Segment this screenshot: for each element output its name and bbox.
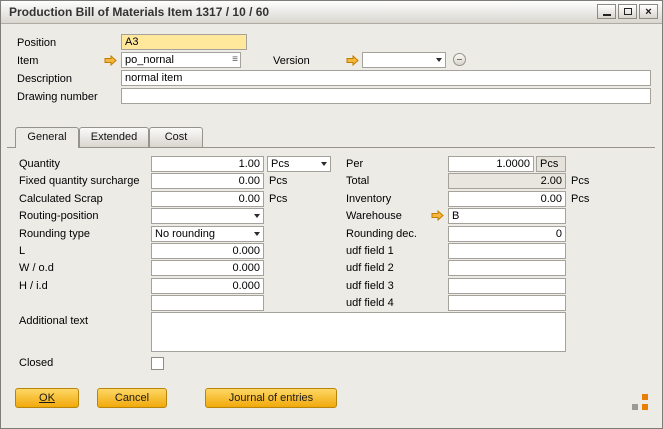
tab-separator-line (7, 147, 655, 148)
total-field: 2.00 (448, 173, 566, 189)
version-options-icon[interactable] (453, 53, 466, 66)
udf-field-2[interactable] (448, 260, 566, 276)
inventory-field[interactable]: 0.00 (448, 191, 566, 207)
rounding-type-label: Rounding type (19, 227, 90, 242)
udf-field-2-label: udf field 2 (346, 261, 394, 276)
item-label: Item (17, 54, 38, 69)
restore-icon (624, 8, 632, 15)
rounding-dec-field[interactable]: 0 (448, 226, 566, 242)
version-label: Version (273, 54, 310, 69)
resize-grip-icon[interactable] (632, 394, 648, 410)
description-field[interactable]: normal item (121, 70, 651, 86)
minimize-icon (603, 14, 611, 16)
version-link-arrow-icon[interactable] (346, 55, 359, 66)
h-id-field[interactable]: 0.000 (151, 278, 264, 294)
l-label: L (19, 244, 25, 259)
fixed-quantity-surcharge-field[interactable]: 0.00 (151, 173, 264, 189)
per-label: Per (346, 157, 363, 172)
inventory-unit: Pcs (571, 192, 589, 207)
udf-field-3-label: udf field 3 (346, 279, 394, 294)
quantity-uom-value: Pcs (271, 157, 317, 171)
total-unit: Pcs (571, 174, 589, 189)
quantity-uom-combo[interactable]: Pcs (267, 156, 331, 172)
item-field-value: po_nornal (125, 53, 227, 67)
tab-cost[interactable]: Cost (149, 127, 203, 147)
rounding-type-combo[interactable]: No rounding (151, 226, 264, 242)
quantity-field[interactable]: 1.00 (151, 156, 264, 172)
per-field[interactable]: 1.0000 (448, 156, 534, 172)
calculated-scrap-label: Calculated Scrap (19, 192, 103, 207)
fixed-quantity-surcharge-unit: Pcs (269, 174, 287, 189)
fixed-quantity-surcharge-label: Fixed quantity surcharge (19, 174, 139, 189)
position-field[interactable]: A3 (121, 34, 247, 50)
minimize-button[interactable] (597, 4, 616, 19)
chevron-down-icon (436, 58, 442, 62)
position-label: Position (17, 36, 56, 51)
additional-text-area[interactable] (151, 312, 566, 352)
calculated-scrap-unit: Pcs (269, 192, 287, 207)
production-bom-item-window: Production Bill of Materials Item 1317 /… (0, 0, 663, 429)
udf-field-3[interactable] (448, 278, 566, 294)
w-od-field[interactable]: 0.000 (151, 260, 264, 276)
rounding-dec-label: Rounding dec. (346, 227, 417, 242)
total-label: Total (346, 174, 369, 189)
close-icon: × (645, 6, 651, 18)
close-button[interactable]: × (639, 4, 658, 19)
cancel-button[interactable]: Cancel (97, 388, 167, 408)
chevron-down-icon (254, 232, 260, 236)
udf-field-1-label: udf field 1 (346, 244, 394, 259)
journal-of-entries-button[interactable]: Journal of entries (205, 388, 337, 408)
h-id-label: H / i.d (19, 279, 48, 294)
warehouse-link-arrow-icon[interactable] (431, 210, 444, 221)
routing-position-label: Routing-position (19, 209, 99, 224)
window-controls: × (597, 4, 658, 19)
chevron-down-icon (321, 162, 327, 166)
routing-position-combo[interactable] (151, 208, 264, 224)
chevron-down-icon (254, 214, 260, 218)
choose-from-list-icon[interactable]: ≡ (232, 54, 238, 66)
window-title: Production Bill of Materials Item 1317 /… (9, 1, 269, 23)
drawing-number-label: Drawing number (17, 90, 98, 105)
l-field[interactable]: 0.000 (151, 243, 264, 259)
version-combo[interactable] (362, 52, 446, 68)
tab-general[interactable]: General (15, 127, 79, 148)
closed-checkbox[interactable] (151, 357, 164, 370)
extra-field[interactable] (151, 295, 264, 311)
w-od-label: W / o.d (19, 261, 54, 276)
warehouse-field[interactable]: B (448, 208, 566, 224)
udf-field-1[interactable] (448, 243, 566, 259)
closed-label: Closed (19, 356, 53, 371)
quantity-label: Quantity (19, 157, 60, 172)
additional-text-label: Additional text (19, 314, 88, 329)
drawing-number-field[interactable] (121, 88, 651, 104)
description-label: Description (17, 72, 72, 87)
titlebar: Production Bill of Materials Item 1317 /… (1, 1, 662, 24)
warehouse-label: Warehouse (346, 209, 402, 224)
rounding-type-value: No rounding (155, 227, 250, 241)
item-field[interactable]: po_nornal ≡ (121, 52, 241, 68)
tab-extended[interactable]: Extended (79, 127, 149, 147)
item-link-arrow-icon[interactable] (104, 55, 117, 66)
per-uom-box: Pcs (536, 156, 566, 172)
udf-field-4-label: udf field 4 (346, 296, 394, 311)
udf-field-4[interactable] (448, 295, 566, 311)
restore-button[interactable] (618, 4, 637, 19)
calculated-scrap-field[interactable]: 0.00 (151, 191, 264, 207)
inventory-label: Inventory (346, 192, 391, 207)
ok-button[interactable]: OK (15, 388, 79, 408)
